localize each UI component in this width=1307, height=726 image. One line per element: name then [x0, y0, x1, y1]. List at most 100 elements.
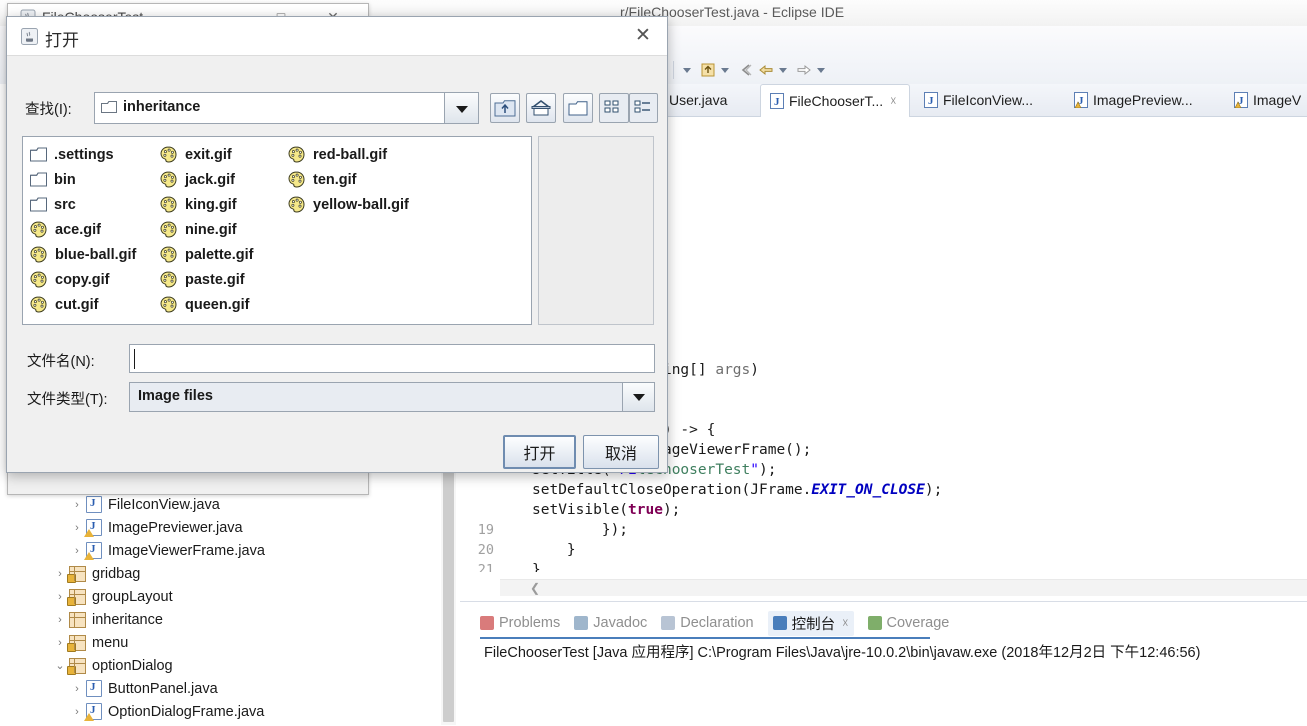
home-button[interactable] [526, 93, 556, 123]
file-list-item[interactable]: ace.gif [30, 217, 101, 242]
image-preview-pane [538, 136, 654, 325]
package-warning-icon [67, 657, 86, 675]
scroll-left-icon[interactable]: ❮ [530, 581, 540, 595]
file-type-combobox[interactable]: Image files [129, 382, 655, 412]
dialog-close-button[interactable]: ✕ [629, 25, 657, 47]
file-list-item-label: jack.gif [185, 171, 235, 188]
look-in-combobox[interactable]: inheritance [94, 92, 479, 124]
file-list-item[interactable]: ten.gif [288, 167, 357, 192]
open-file-dialog: 打开 ✕ 查找(I): inheritance .settings bin src a… [6, 16, 668, 473]
file-list-item[interactable]: cut.gif [30, 292, 99, 317]
file-list-item[interactable]: src [30, 192, 76, 217]
expand-toggle-icon[interactable]: › [71, 522, 83, 534]
tree-item[interactable]: › ImagePreviewer.java [71, 516, 243, 539]
console-tab[interactable]: 控制台 ☓ [767, 610, 854, 636]
tree-item[interactable]: › gridbag [54, 562, 140, 585]
editor-tab[interactable]: J ImageV [1225, 84, 1307, 116]
editor-tab-label: User.java [669, 92, 728, 108]
file-list-item[interactable]: paste.gif [160, 267, 245, 292]
look-in-dropdown-button[interactable] [444, 93, 478, 123]
editor-tab-label: ImageV [1253, 92, 1302, 108]
java-file-icon [86, 680, 102, 697]
file-list-item[interactable]: jack.gif [160, 167, 235, 192]
console-tab[interactable]: Problems [480, 615, 560, 631]
file-list-item[interactable]: exit.gif [160, 142, 232, 167]
editor-tab[interactable]: J FileIconView... [915, 84, 1060, 116]
java-file-icon: J [770, 93, 784, 109]
package-warning-icon [67, 565, 86, 583]
dialog-title: 打开 [45, 31, 79, 50]
tree-item[interactable]: › OptionDialogFrame.java [71, 700, 264, 723]
file-list-item[interactable]: palette.gif [160, 242, 253, 267]
editor-tab[interactable]: J FileChooserT... ☓ [760, 84, 910, 117]
chevron-down-icon[interactable] [779, 67, 787, 73]
tree-item[interactable]: › inheritance [54, 608, 163, 631]
svg-text:J: J [774, 96, 780, 108]
console-tab[interactable]: Javadoc [574, 615, 647, 631]
up-one-level-button[interactable] [490, 93, 520, 123]
cancel-button[interactable]: 取消 [583, 435, 659, 469]
new-folder-button[interactable] [563, 93, 593, 123]
file-list-item[interactable]: king.gif [160, 192, 237, 217]
file-list-item[interactable]: yellow-ball.gif [288, 192, 409, 217]
tree-item[interactable]: › groupLayout [54, 585, 173, 608]
tree-item[interactable]: › menu [54, 631, 128, 654]
tab-close-icon[interactable]: ☓ [842, 616, 848, 630]
sidebar-scrollbar-thumb[interactable] [443, 472, 454, 722]
file-list-item[interactable]: .settings [30, 142, 114, 167]
file-name-input[interactable] [129, 344, 655, 373]
editor-horizontal-scrollbar[interactable] [500, 579, 1307, 596]
file-list-item[interactable]: bin [30, 167, 76, 192]
run-up-icon[interactable] [699, 61, 717, 79]
expand-toggle-icon[interactable]: ⌄ [54, 660, 66, 672]
tree-item-label: menu [92, 634, 129, 651]
back-history-icon[interactable] [737, 61, 755, 79]
open-button[interactable]: 打开 [503, 435, 576, 469]
tree-item-label: inheritance [92, 611, 163, 628]
list-view-button[interactable] [599, 93, 629, 123]
expand-toggle-icon[interactable]: › [71, 683, 83, 695]
tree-item[interactable]: › FileIconView.java [71, 493, 220, 516]
expand-toggle-icon[interactable]: › [71, 545, 83, 557]
file-list-item-label: cut.gif [55, 296, 99, 313]
tree-item[interactable]: › ButtonPanel.java [71, 677, 218, 700]
chevron-down-icon[interactable] [721, 67, 729, 73]
expand-toggle-icon[interactable]: › [54, 614, 66, 626]
java-file-warning-icon [84, 703, 102, 721]
editor-tab[interactable]: J ImagePreview... [1065, 84, 1220, 116]
editor-tab[interactable]: User.java [660, 84, 755, 116]
back-arrow-icon[interactable] [757, 61, 775, 79]
chevron-down-icon[interactable] [817, 67, 825, 73]
code-line: setDefaultCloseOperation(JFrame.EXIT_ON_… [532, 482, 943, 498]
folder-icon [30, 172, 47, 187]
file-list-item[interactable]: red-ball.gif [288, 142, 387, 167]
code-line: }); [532, 522, 629, 538]
folder-icon [30, 147, 47, 162]
file-list-item[interactable]: blue-ball.gif [30, 242, 136, 267]
file-list-item[interactable]: queen.gif [160, 292, 249, 317]
expand-toggle-icon[interactable]: › [71, 499, 83, 511]
expand-toggle-icon[interactable]: › [54, 568, 66, 580]
details-view-button[interactable] [629, 93, 658, 123]
file-type-value: Image files [138, 388, 213, 404]
expand-toggle-icon[interactable]: › [71, 706, 83, 718]
expand-toggle-icon[interactable]: › [54, 637, 66, 649]
console-tab[interactable]: Coverage [867, 615, 949, 631]
expand-toggle-icon[interactable]: › [54, 591, 66, 603]
file-list[interactable]: .settings bin src ace.gif blue-ball.gif copy.… [22, 136, 532, 325]
console-tab[interactable]: Declaration [661, 615, 754, 631]
console-icon [772, 616, 787, 630]
forward-arrow-icon[interactable] [795, 61, 813, 79]
file-type-dropdown-button[interactable] [622, 383, 654, 411]
chevron-down-icon[interactable] [683, 67, 691, 73]
file-list-item-label: paste.gif [185, 271, 245, 288]
tab-close-icon[interactable]: ☓ [890, 94, 896, 108]
file-list-item[interactable]: nine.gif [160, 217, 237, 242]
file-list-item-label: copy.gif [55, 271, 110, 288]
line-number: 19 [477, 522, 494, 538]
tree-item[interactable]: ⌄ optionDialog [54, 654, 173, 677]
file-list-item[interactable]: copy.gif [30, 267, 110, 292]
palette-image-icon [160, 171, 178, 188]
tree-item[interactable]: › ImageViewerFrame.java [71, 539, 265, 562]
console-tab-underline [480, 637, 930, 639]
